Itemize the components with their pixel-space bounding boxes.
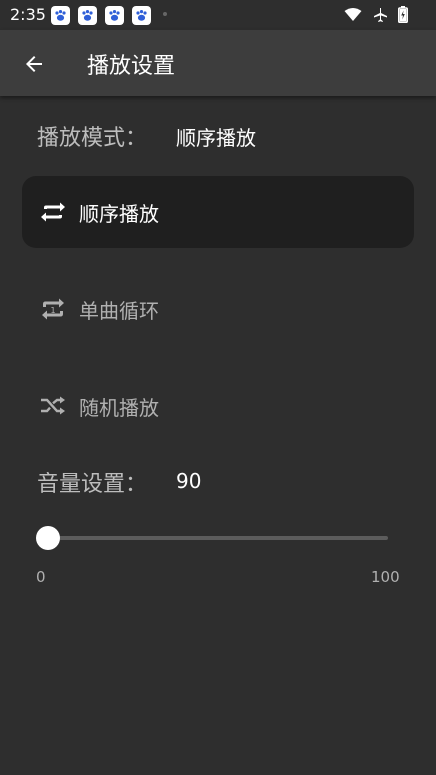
volume-value: 90	[176, 469, 202, 493]
arrow-left-icon	[26, 56, 42, 72]
play-mode-current-value: 顺序播放	[176, 126, 256, 150]
volume-slider-thumb[interactable]	[36, 526, 60, 550]
volume-label: 音量设置：	[37, 472, 148, 497]
volume-slider-min: 0	[36, 568, 46, 586]
status-time: 2:35	[10, 5, 46, 24]
status-bar: 2:35	[0, 0, 436, 30]
wifi-icon	[344, 7, 362, 26]
baidu-paw-icon	[78, 6, 97, 25]
volume-slider-max: 100	[371, 568, 400, 586]
repeat-icon	[36, 195, 70, 229]
option-repeat-one[interactable]: 1 单曲循环	[22, 273, 414, 345]
battery-charging-icon	[398, 6, 408, 27]
play-mode-label: 播放模式：	[37, 126, 148, 151]
app-bar: 播放设置	[0, 30, 436, 96]
page-title: 播放设置	[87, 54, 176, 79]
shuffle-icon	[36, 389, 70, 423]
option-label: 顺序播放	[79, 201, 159, 226]
volume-slider-track[interactable]	[46, 536, 388, 540]
system-icons	[344, 6, 408, 27]
baidu-paw-icon	[51, 6, 70, 25]
baidu-paw-icon	[132, 6, 151, 25]
option-label: 单曲循环	[79, 298, 159, 323]
svg-text:1: 1	[50, 306, 55, 315]
volume-slider[interactable]	[36, 526, 390, 550]
option-shuffle-play[interactable]: 随机播放	[22, 370, 414, 442]
airplane-mode-icon	[372, 7, 388, 27]
option-sequential-play[interactable]: 顺序播放	[22, 176, 414, 248]
repeat-one-icon: 1	[36, 292, 70, 326]
back-button[interactable]	[18, 48, 50, 80]
notification-icons	[51, 6, 151, 25]
option-label: 随机播放	[79, 395, 159, 420]
baidu-paw-icon	[105, 6, 124, 25]
more-notifications-dot-icon	[163, 12, 167, 16]
